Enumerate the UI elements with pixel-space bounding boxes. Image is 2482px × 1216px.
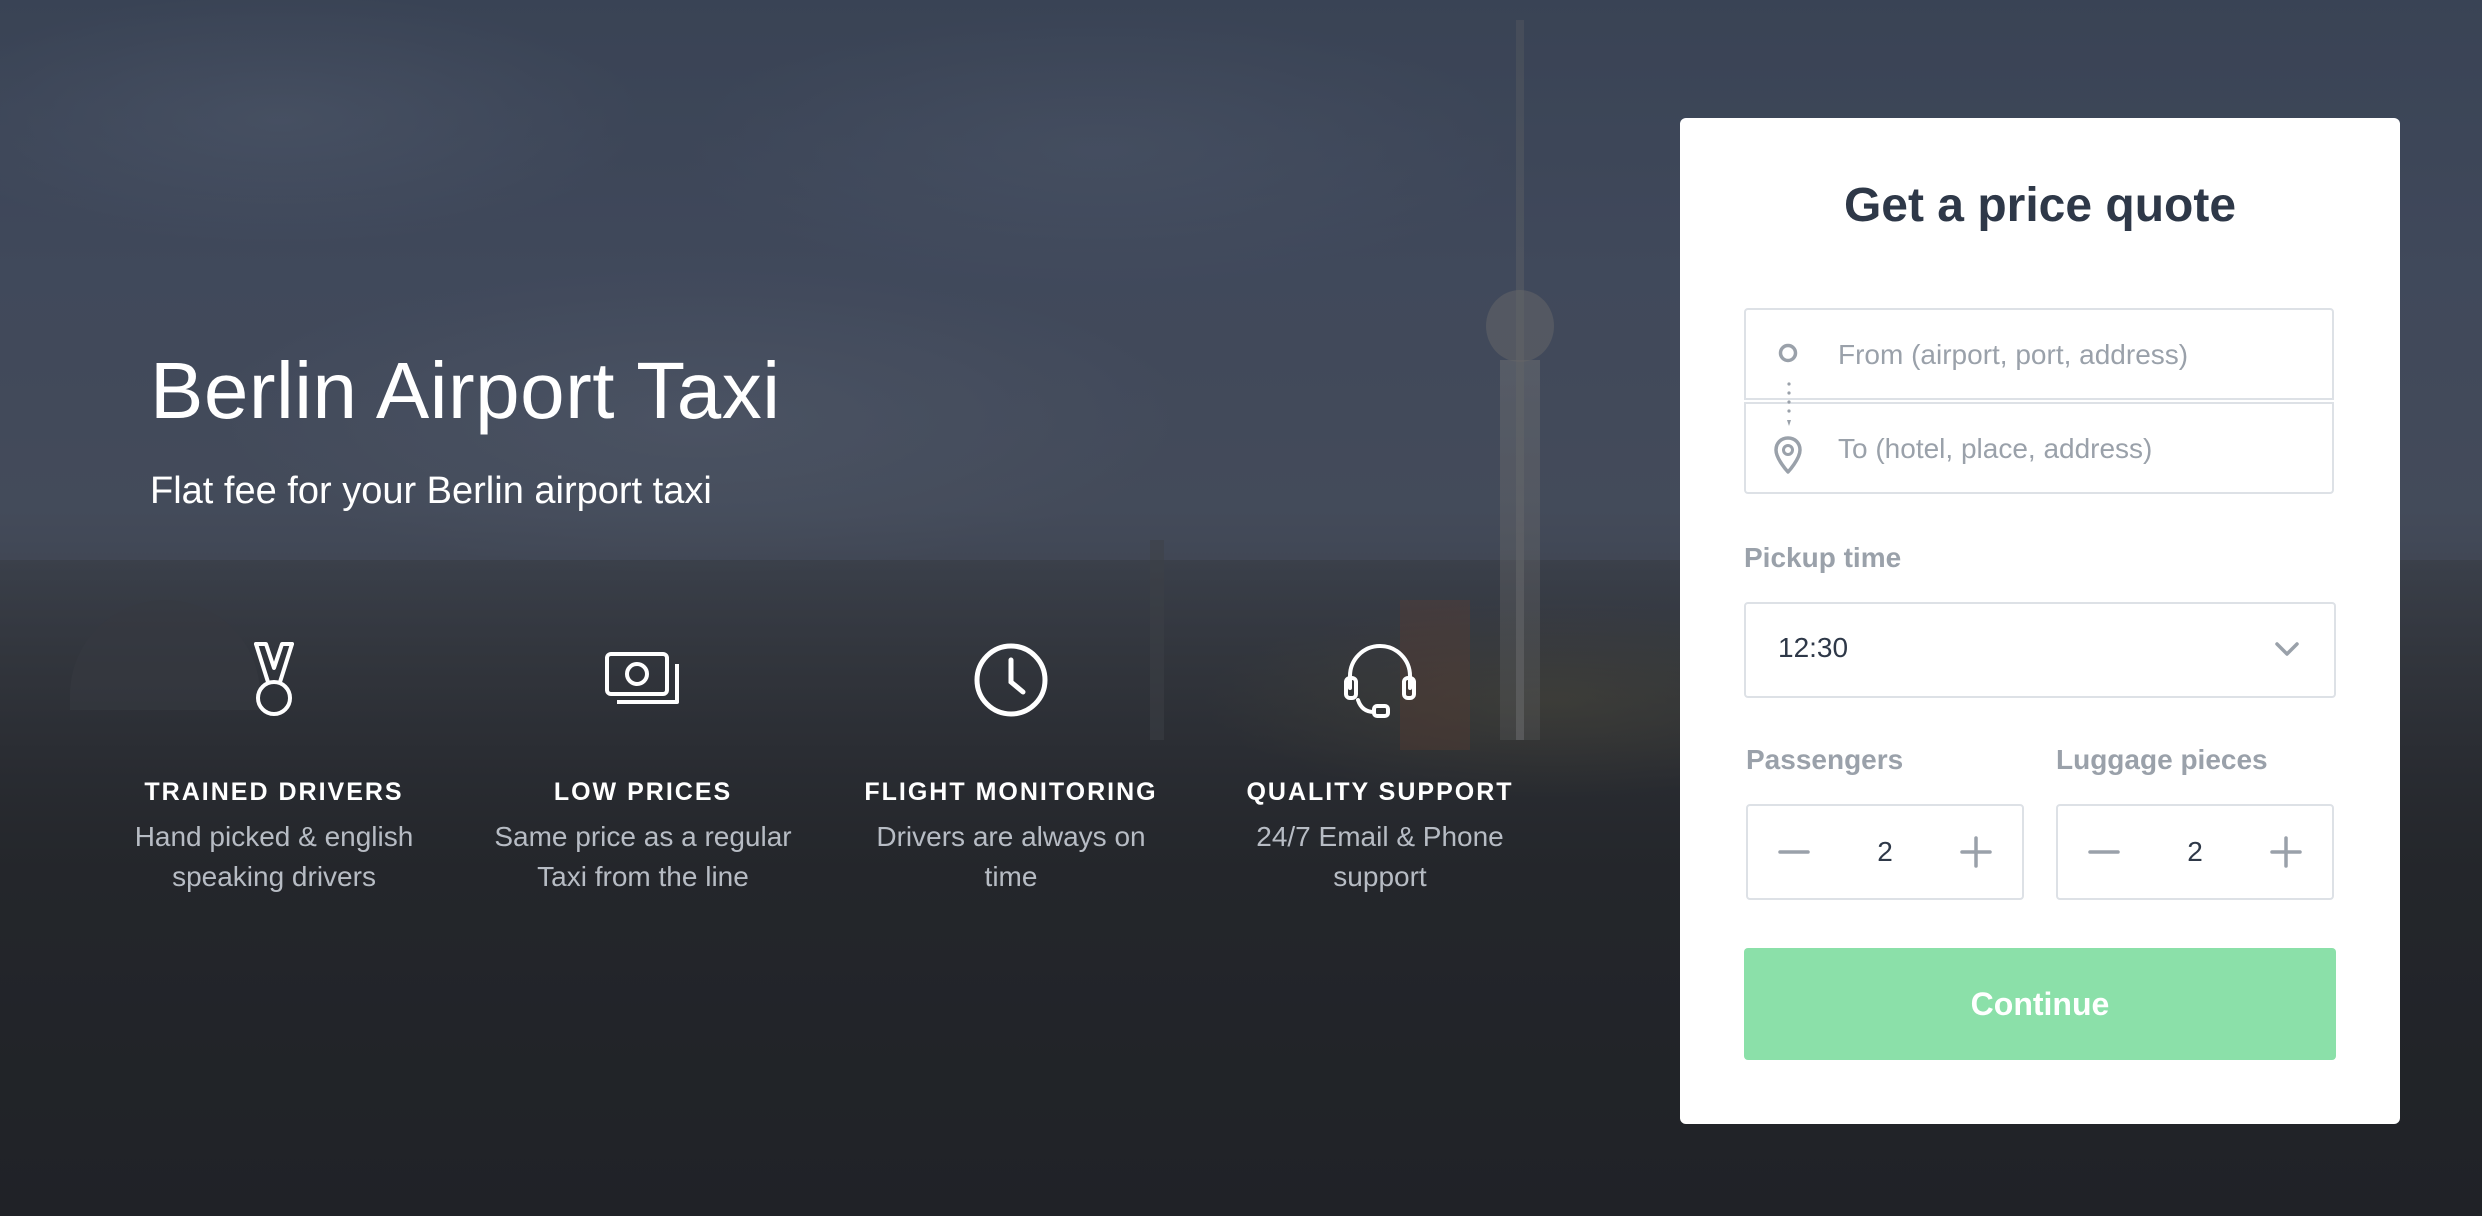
feature-trained-drivers: TRAINED DRIVERS Hand picked & english sp…	[114, 640, 434, 897]
feature-description: Drivers are always on time	[876, 821, 1146, 892]
passengers-label: Passengers	[1746, 744, 1904, 775]
pickup-time-select[interactable]: 12:30	[1744, 602, 2336, 698]
feature-quality-support: QUALITY SUPPORT 24/7 Email & Phone suppo…	[1220, 640, 1540, 897]
passengers-minus-icon[interactable]	[1774, 832, 1814, 872]
page-title: Berlin Airport Taxi	[150, 346, 781, 435]
feature-title: TRAINED DRIVERS	[144, 778, 404, 806]
money-icon	[605, 652, 679, 704]
luggage-minus-icon[interactable]	[2084, 832, 2124, 872]
page-subtitle: Flat fee for your Berlin airport taxi	[150, 470, 712, 512]
luggage-label: Luggage pieces	[2056, 744, 2268, 775]
feature-description: 24/7 Email & Phone support	[1256, 821, 1504, 892]
luggage-count: 2	[2187, 836, 2203, 867]
feature-title: QUALITY SUPPORT	[1246, 778, 1514, 806]
price-quote-card: Get a price quote Pickup time 12:30 Pass…	[1680, 118, 2400, 1124]
feature-flight-monitoring: FLIGHT MONITORING Drivers are always on …	[851, 640, 1171, 897]
passengers-count: 2	[1877, 836, 1893, 867]
route-dots-icon	[1787, 382, 1791, 426]
luggage-stepper: 2	[2056, 804, 2334, 900]
feature-low-prices: LOW PRICES Same price as a regular Taxi …	[483, 640, 803, 897]
passengers-plus-icon[interactable]	[1956, 832, 1996, 872]
headset-icon	[1344, 644, 1416, 718]
from-field	[1744, 308, 2334, 400]
to-field	[1744, 402, 2334, 494]
location-pin-icon	[1774, 436, 1802, 474]
from-input[interactable]	[1836, 310, 2320, 400]
feature-title: LOW PRICES	[553, 778, 733, 806]
luggage-plus-icon[interactable]	[2266, 832, 2306, 872]
feature-title: FLIGHT MONITORING	[864, 778, 1158, 806]
pickup-time-label: Pickup time	[1744, 542, 1902, 573]
feature-description: Same price as a regular Taxi from the li…	[494, 821, 792, 892]
pickup-time-value: 12:30	[1778, 632, 1849, 663]
medal-icon	[254, 642, 294, 716]
clock-icon	[974, 643, 1048, 717]
to-input[interactable]	[1836, 404, 2320, 494]
route-fields	[1744, 308, 2336, 496]
feature-list: TRAINED DRIVERS Hand picked & english sp…	[0, 640, 1650, 960]
chevron-down-icon	[2275, 642, 2299, 656]
passengers-stepper: 2	[1746, 804, 2024, 900]
continue-button[interactable]: Continue	[1744, 948, 2336, 1060]
feature-description: Hand picked & english speaking drivers	[134, 821, 414, 892]
origin-circle-icon	[1778, 343, 1798, 363]
quote-title: Get a price quote	[1843, 179, 2237, 232]
